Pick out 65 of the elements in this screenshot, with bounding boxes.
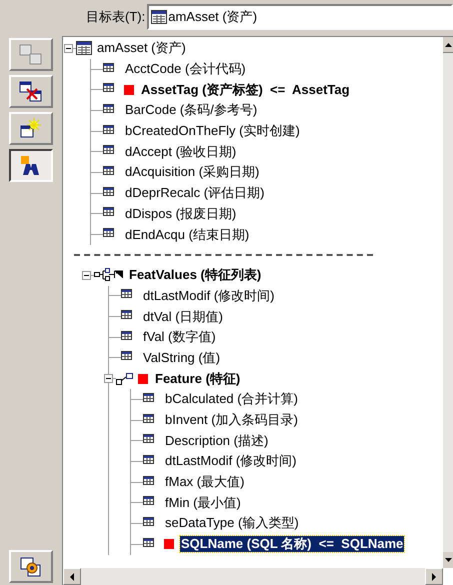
tree-item-label[interactable]: seDataType (输入类型) [164, 515, 300, 532]
table-icon [76, 41, 92, 56]
tree-item-label[interactable]: dtLastModif (修改时间) [164, 453, 298, 470]
tree-item-label[interactable]: Feature (特征) [154, 370, 242, 387]
table-field-icon [143, 496, 154, 506]
tree-item-label[interactable]: dtVal (日期值) [142, 308, 224, 325]
left-arrow-icon [70, 572, 74, 580]
tree-item-label[interactable]: ValString (值) [142, 350, 222, 366]
tree-item-label[interactable]: fMax (最大值) [164, 474, 246, 490]
linked-tables-icon [19, 44, 43, 66]
unlink-tables-icon [19, 80, 43, 102]
table-field-icon [143, 392, 154, 402]
table-field-icon [103, 145, 114, 154]
table-icon [151, 10, 168, 24]
table-field-icon [103, 186, 114, 196]
table-field-icon [103, 62, 114, 72]
tree-item-label[interactable]: SQLName (SQL 名称) <= SQLName [180, 536, 404, 552]
table-field-icon [103, 228, 114, 238]
table-field-icon [121, 330, 132, 340]
table-field-icon [143, 454, 154, 464]
table-field-icon [121, 310, 132, 320]
linked-table-icon [116, 372, 134, 385]
up-arrow-icon [444, 42, 452, 46]
tree-item-label[interactable]: bCalculated (合并计算) [164, 391, 299, 408]
horizontal-scrollbar[interactable] [63, 568, 443, 585]
table-field-icon [143, 414, 154, 423]
collapse-icon[interactable] [64, 44, 73, 53]
collapse-icon[interactable] [104, 374, 113, 384]
target-table-field[interactable]: amAsset (资产) [147, 4, 453, 30]
table-field-icon [121, 351, 132, 360]
tree-item-label[interactable]: FeatValues (特征列表) [128, 267, 262, 284]
tree-item-label[interactable]: dDispos (报废日期) [124, 206, 238, 222]
target-table-label: 目标表(T): [86, 8, 146, 26]
right-arrow-icon [432, 572, 436, 580]
tree-item-label[interactable]: BarCode (条码/参考号) [124, 102, 258, 118]
tree-item-label[interactable]: dAcquisition (采购日期) [124, 164, 260, 180]
tree-item-label[interactable]: bInvent (加入条码目录) [164, 412, 299, 428]
table-field-icon [103, 124, 114, 134]
tree-item-label[interactable]: dAccept (验收日期) [124, 144, 238, 160]
tree-item-label[interactable]: AcctCode (会计代码) [124, 61, 247, 78]
new-table-icon [19, 118, 43, 140]
tree-item-label[interactable]: dEndAcqu (结束日期) [124, 226, 250, 243]
toolbar-button[interactable] [9, 149, 53, 182]
collapse-icon[interactable] [82, 270, 91, 280]
tree-item-label[interactable]: AssetTag (资产标签) <= AssetTag [140, 82, 351, 98]
table-field-icon [121, 289, 132, 298]
tree-item-label[interactable]: amAsset (资产) [96, 40, 187, 56]
tree-item-label[interactable]: dDeprRecalc (评估日期) [124, 185, 266, 202]
table-field-icon [103, 207, 114, 216]
tree-item-label[interactable]: fMin (最小值) [164, 494, 242, 511]
tree-item-label[interactable]: bCreatedOnTheFly (实时创建) [124, 123, 301, 140]
table-field-icon [103, 104, 114, 113]
settings-icon [19, 556, 43, 578]
table-field-icon [143, 476, 154, 485]
table-field-icon [143, 516, 154, 526]
tree-item-label[interactable]: Description (描述) [164, 432, 270, 449]
table-field-icon [143, 538, 154, 547]
tree-item-label[interactable]: fVal (数字值) [142, 329, 217, 346]
tree-item-label[interactable]: dtLastModif (修改时间) [142, 288, 276, 304]
down-arrow-icon [444, 558, 452, 562]
linked-tables-icon [94, 268, 124, 282]
table-field-icon [103, 166, 114, 175]
vertical-scrollbar[interactable] [443, 37, 453, 568]
table-field-icon [143, 434, 154, 444]
table-field-icon [103, 83, 114, 92]
